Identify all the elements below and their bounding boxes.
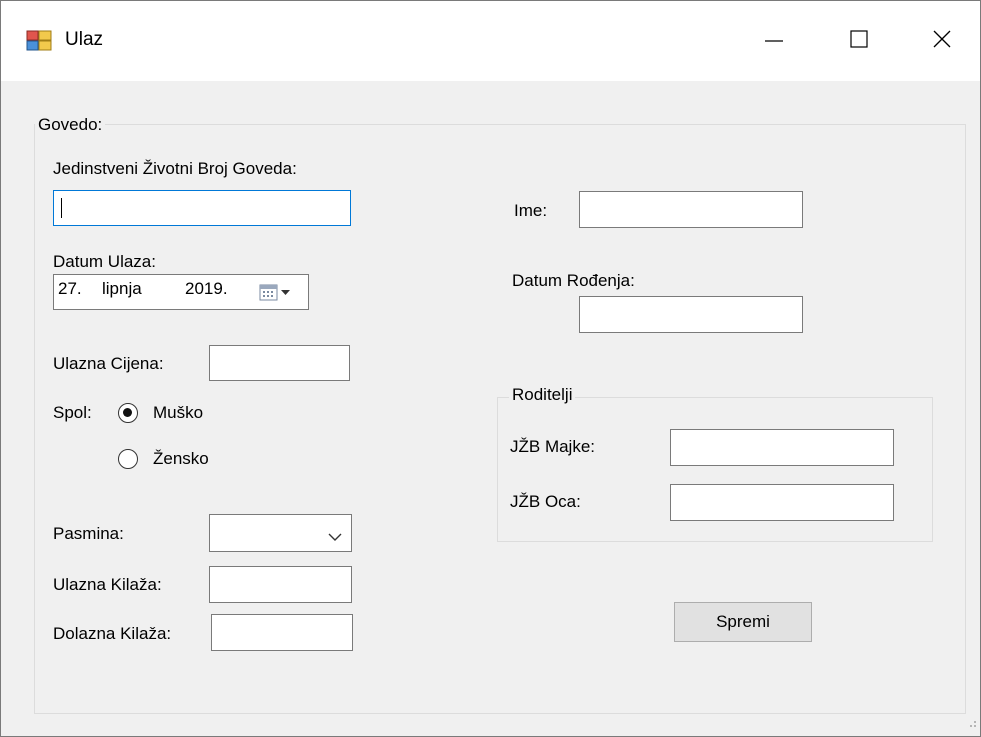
dolazna-kilaza-label: Dolazna Kilaža:	[53, 624, 172, 643]
jzb-majke-label: JŽB Majke:	[510, 437, 596, 456]
radio-zensko[interactable]	[118, 449, 138, 469]
app-window-icon	[26, 29, 54, 53]
maximize-icon	[850, 30, 868, 48]
datum-rodjenja-input[interactable]	[579, 296, 803, 333]
maximize-button[interactable]	[831, 17, 887, 63]
pasmina-dropdown[interactable]	[209, 514, 352, 552]
datum-ulaza-label: Datum Ulaza:	[53, 252, 156, 271]
ime-label: Ime:	[514, 201, 548, 220]
spremi-button[interactable]: Spremi	[674, 602, 812, 642]
govedo-legend: Govedo:	[35, 115, 106, 135]
date-year[interactable]: 2019.	[185, 279, 228, 299]
ulazna-kilaza-input[interactable]	[209, 566, 352, 603]
close-icon	[933, 30, 951, 48]
window-title: Ulaz	[65, 29, 104, 50]
chevron-down-icon	[327, 528, 343, 548]
ulazna-cijena-label: Ulazna Cijena:	[53, 354, 164, 373]
radio-musko-label[interactable]: Muško	[153, 403, 203, 423]
text-caret	[61, 198, 62, 218]
radio-zensko-label[interactable]: Žensko	[153, 449, 209, 469]
radio-musko[interactable]	[118, 403, 138, 423]
jzb-majke-input[interactable]	[670, 429, 894, 466]
jzb-oca-label: JŽB Oca:	[510, 492, 581, 511]
datum-ulaza-picker[interactable]: 27. lipnja 2019.	[53, 274, 309, 310]
calendar-dropdown-icon[interactable]	[259, 283, 299, 308]
roditelji-legend: Roditelji	[509, 385, 576, 405]
title-bar[interactable]: Ulaz	[1, 1, 980, 81]
jzb-oca-input[interactable]	[670, 484, 894, 521]
jzbg-label: Jedinstveni Životni Broj Goveda:	[53, 159, 297, 178]
jzbg-input[interactable]	[53, 190, 351, 226]
close-button[interactable]	[914, 17, 970, 63]
date-month[interactable]: lipnja	[102, 279, 142, 299]
spol-label: Spol:	[53, 403, 92, 422]
datum-rodjenja-label: Datum Rođenja:	[512, 271, 635, 290]
minimize-button[interactable]	[746, 17, 802, 63]
ime-input[interactable]	[579, 191, 803, 228]
resize-grip-icon[interactable]	[967, 713, 977, 733]
ulazna-cijena-input[interactable]	[209, 345, 350, 381]
ulazna-kilaza-label: Ulazna Kilaža:	[53, 575, 162, 594]
pasmina-label: Pasmina:	[53, 524, 124, 543]
dolazna-kilaza-input[interactable]	[211, 614, 353, 651]
minimize-icon	[765, 40, 783, 42]
radio-selected-dot	[123, 408, 132, 417]
date-day[interactable]: 27.	[58, 279, 82, 299]
